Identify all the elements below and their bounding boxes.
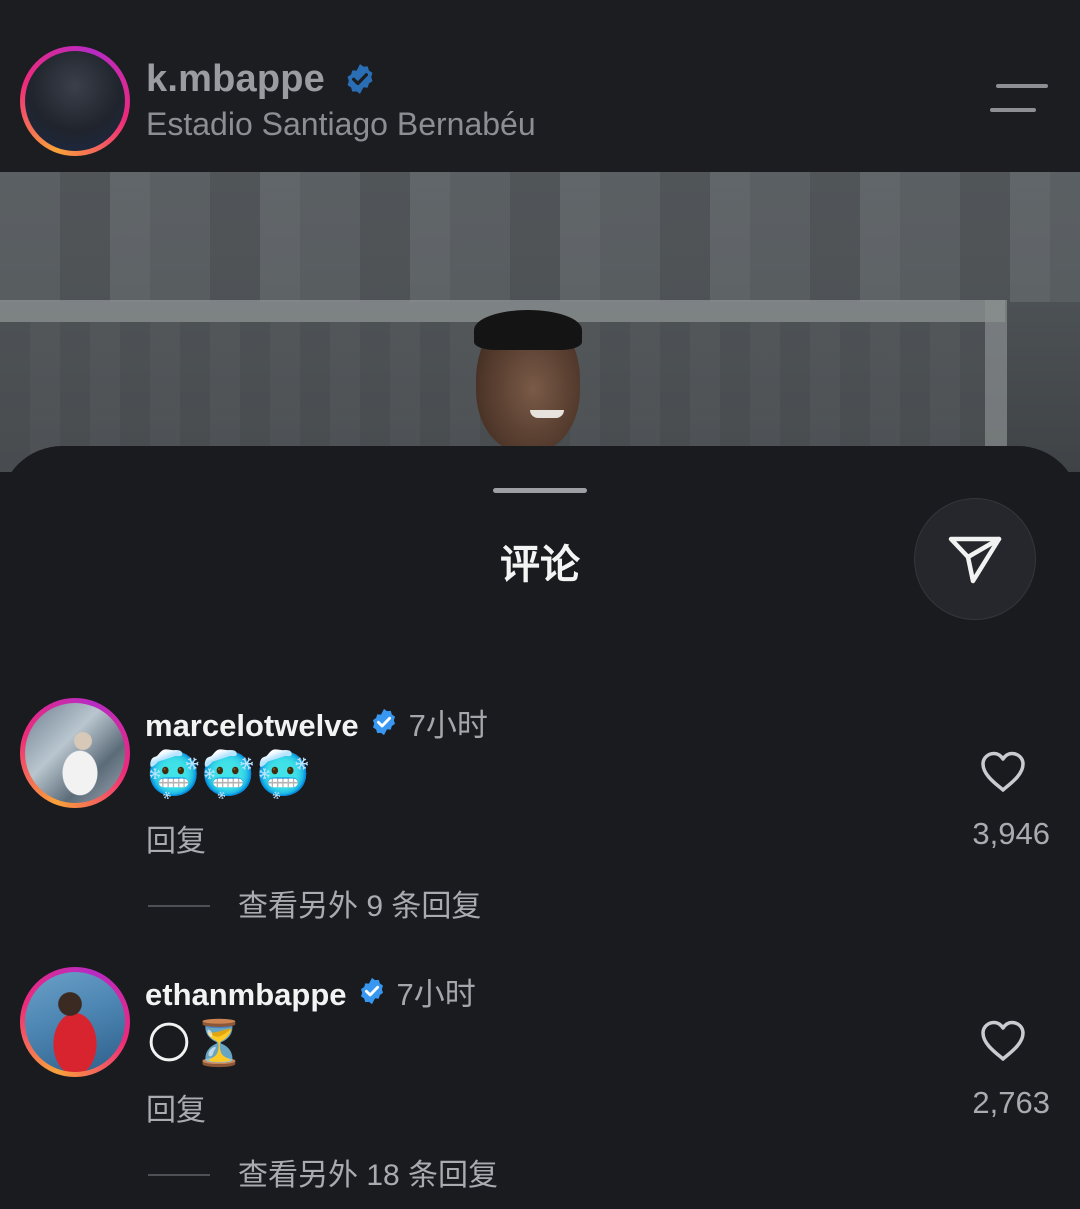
verified-badge-icon [369, 707, 399, 745]
commenter-avatar-photo [25, 703, 125, 803]
comment-time: 7小时 [396, 977, 476, 1012]
reply-button[interactable]: 回复 [146, 816, 206, 860]
commenter-avatar[interactable] [20, 967, 130, 1077]
view-more-replies[interactable]: 查看另外 18 条回复 [148, 1150, 498, 1194]
view-more-replies[interactable]: 查看另外 9 条回复 [148, 881, 481, 925]
menu-icon[interactable] [990, 84, 1048, 116]
post-header: k.mbappe Estadio Santiago Bernabéu [0, 0, 1080, 172]
comment-text: 🌕⏳ [146, 1019, 247, 1068]
comments-sheet: 评论 marcelotwelve 7小时 🥶🥶🥶 回复 3,946 查看另外 9 … [0, 446, 1080, 1209]
heart-icon[interactable] [979, 1019, 1027, 1063]
author-username[interactable]: k.mbappe [146, 58, 325, 101]
commenter-username[interactable]: ethanmbappe [145, 977, 347, 1012]
comment-text: 🥶🥶🥶 [146, 750, 311, 799]
heart-icon[interactable] [979, 750, 1027, 794]
verified-badge-icon [343, 62, 377, 101]
commenter-username[interactable]: marcelotwelve [145, 708, 359, 743]
share-button[interactable] [914, 498, 1036, 620]
like-count: 3,946 [972, 816, 1050, 851]
send-icon [948, 536, 1002, 584]
comment-item: ethanmbappe 7小时 🌕⏳ 回复 2,763 查看另外 18 条回复 [0, 967, 1080, 1207]
replies-divider [148, 905, 210, 908]
sheet-drag-handle[interactable] [493, 488, 587, 493]
commenter-avatar[interactable] [20, 698, 130, 808]
verified-badge-icon [357, 976, 387, 1014]
like-count: 2,763 [972, 1085, 1050, 1120]
comment-time: 7小时 [408, 708, 488, 743]
commenter-avatar-photo [25, 972, 125, 1072]
reply-button[interactable]: 回复 [146, 1085, 206, 1129]
replies-divider [148, 1174, 210, 1177]
comment-item: marcelotwelve 7小时 🥶🥶🥶 回复 3,946 查看另外 9 条回复 [0, 698, 1080, 938]
author-avatar[interactable] [20, 46, 130, 156]
author-avatar-photo [25, 51, 125, 151]
post-location[interactable]: Estadio Santiago Bernabéu [146, 106, 536, 143]
post-image [0, 172, 1080, 472]
